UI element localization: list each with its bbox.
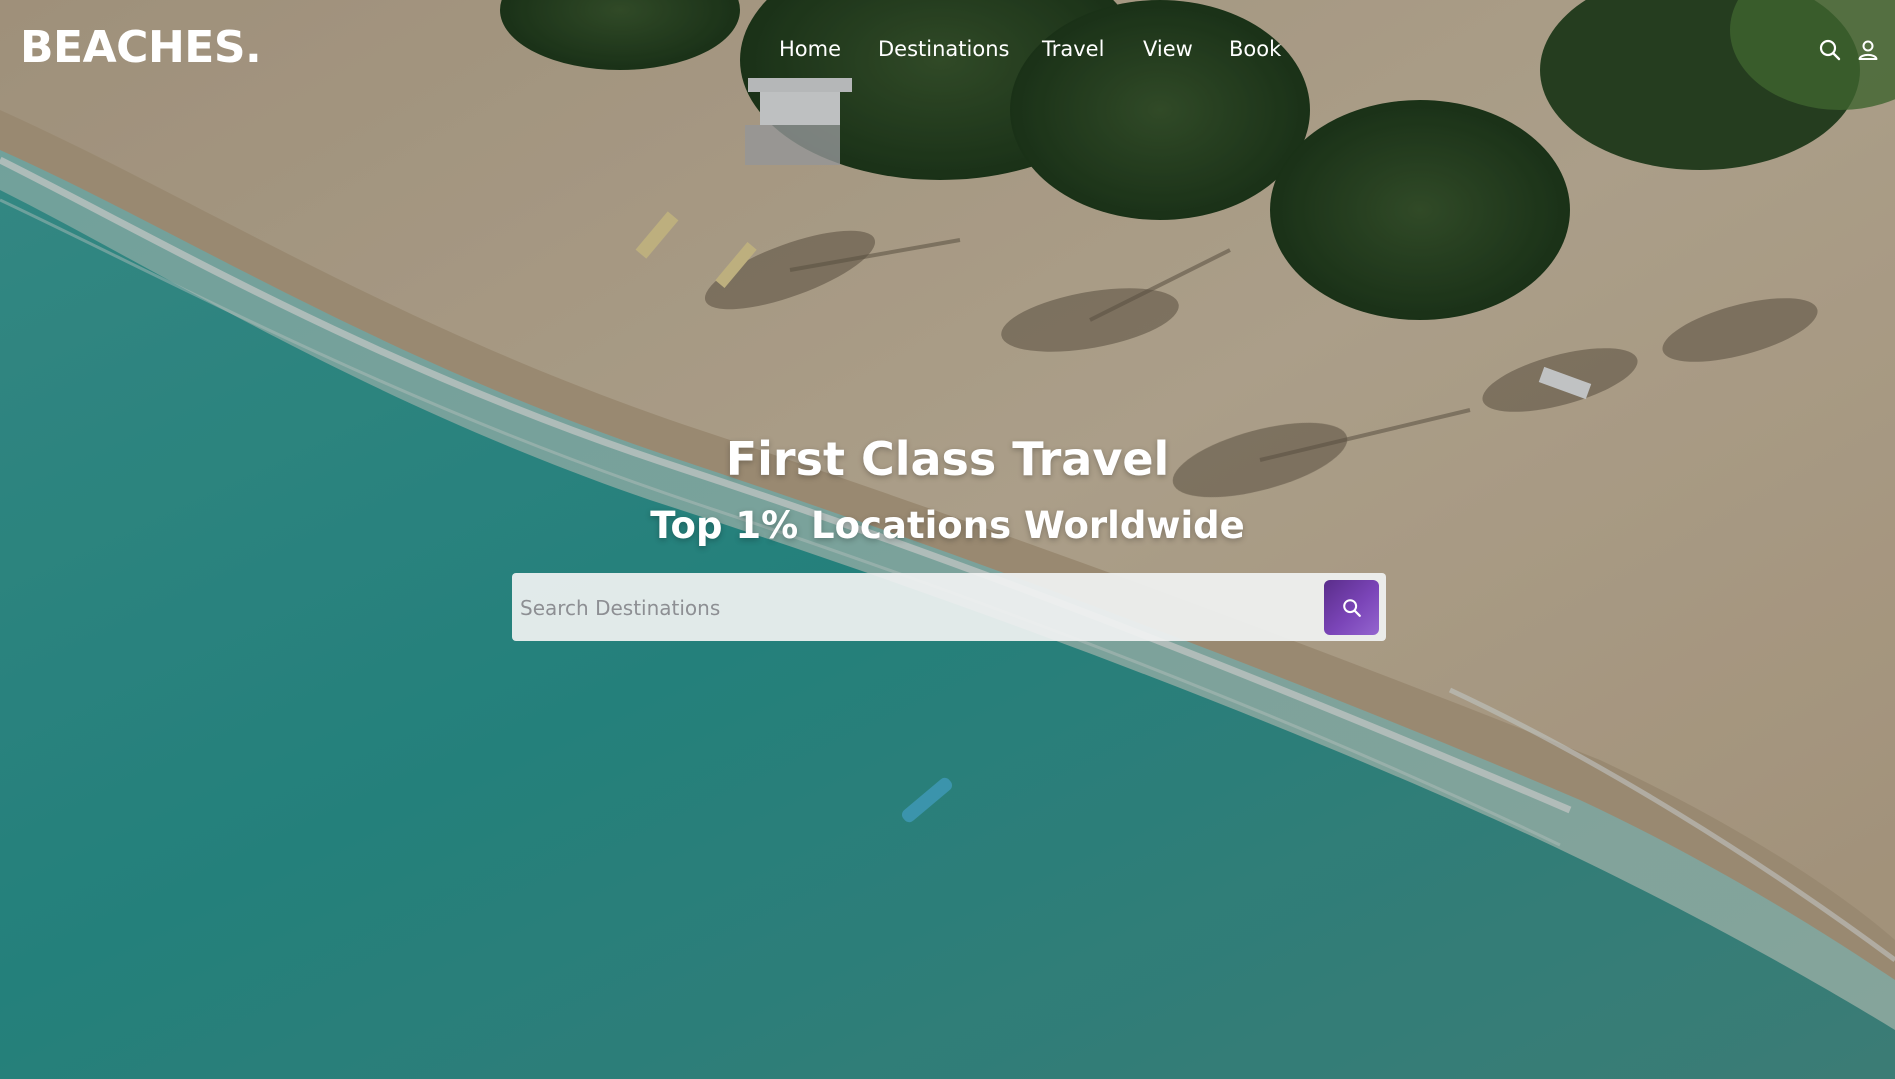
nav-item-travel[interactable]: Travel — [1042, 37, 1104, 61]
search-icon[interactable] — [1818, 38, 1842, 62]
hero-title: First Class Travel — [725, 432, 1170, 486]
user-icon[interactable] — [1856, 38, 1880, 62]
hero-subtitle: Top 1% Locations Worldwide — [650, 504, 1245, 547]
hero-page: BEACHES. Home Destinations Travel View B… — [0, 0, 1895, 1079]
search-icon — [1342, 598, 1361, 617]
nav-item-destinations[interactable]: Destinations — [878, 37, 1009, 61]
nav-item-book[interactable]: Book — [1229, 37, 1281, 61]
destination-search-input[interactable] — [518, 573, 1302, 643]
nav-item-home[interactable]: Home — [779, 37, 841, 61]
destination-search-bar — [512, 573, 1386, 643]
brand-logo[interactable]: BEACHES. — [20, 22, 262, 73]
nav-item-view[interactable]: View — [1143, 37, 1193, 61]
search-submit-button[interactable] — [1324, 580, 1379, 635]
